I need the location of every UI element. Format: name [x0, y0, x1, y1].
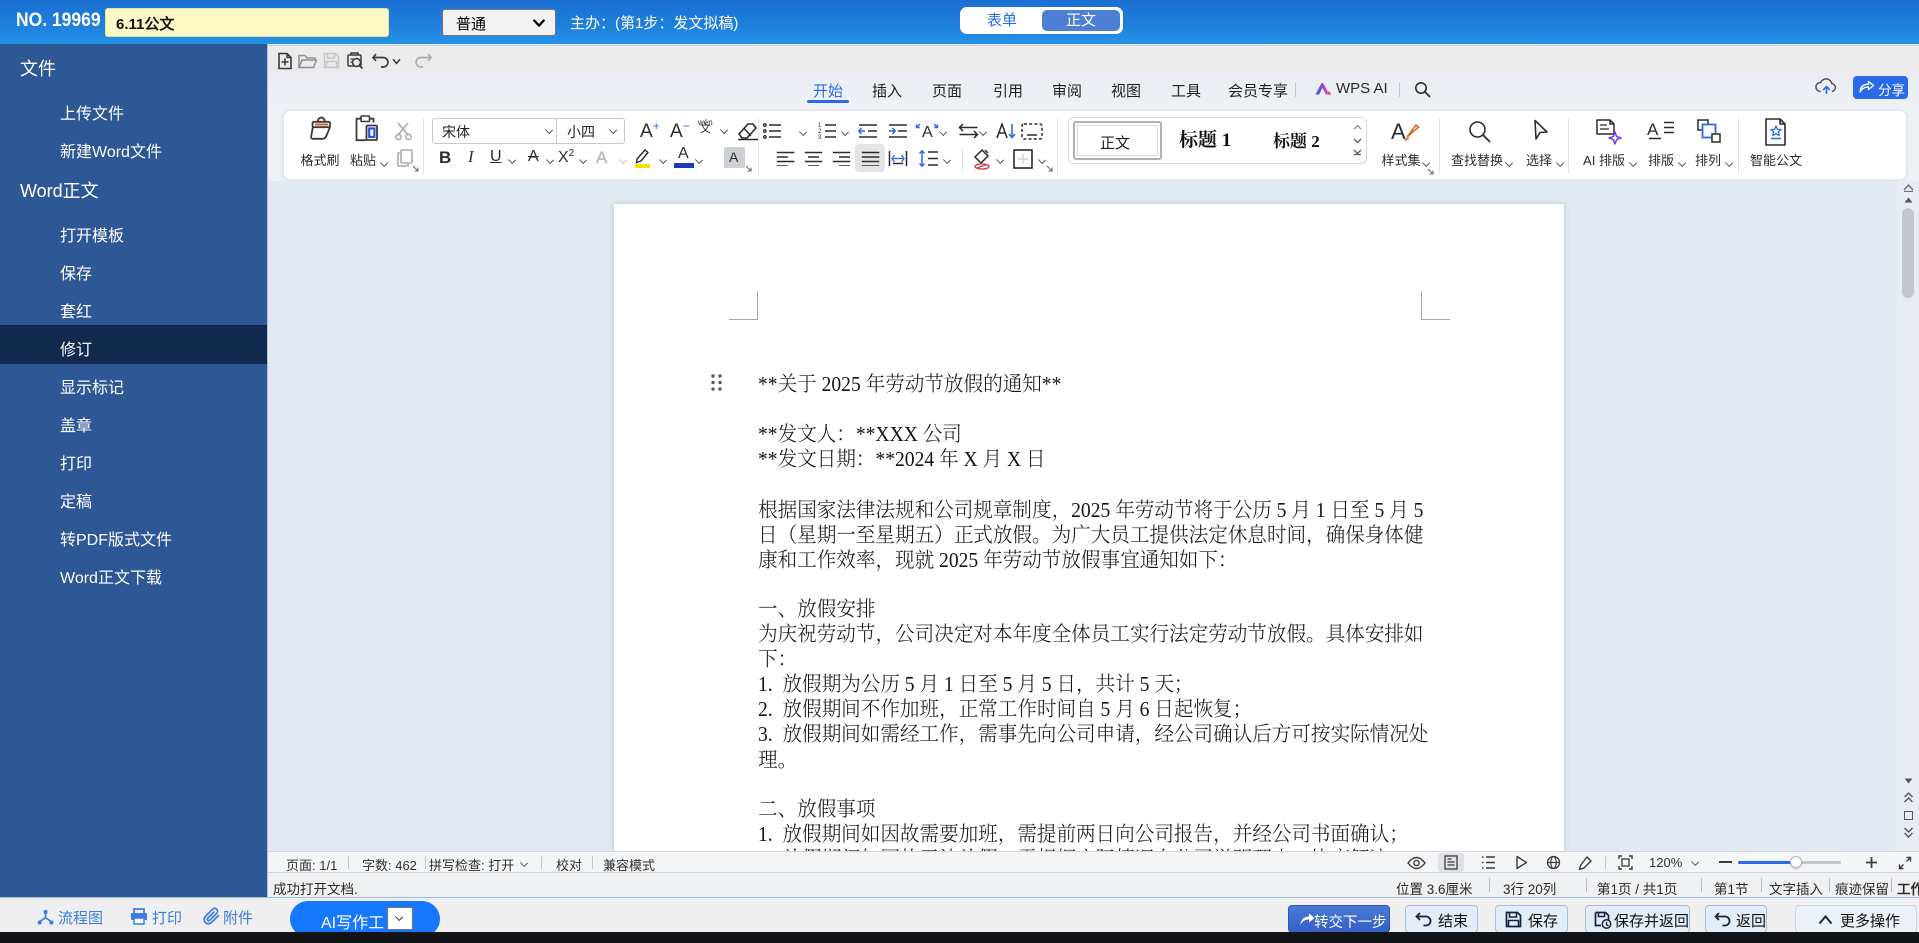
svg-text:A: A: [922, 124, 933, 140]
svg-text:3: 3: [818, 135, 822, 140]
svg-text:A: A: [1391, 119, 1406, 144]
svg-text:A: A: [1647, 120, 1659, 139]
